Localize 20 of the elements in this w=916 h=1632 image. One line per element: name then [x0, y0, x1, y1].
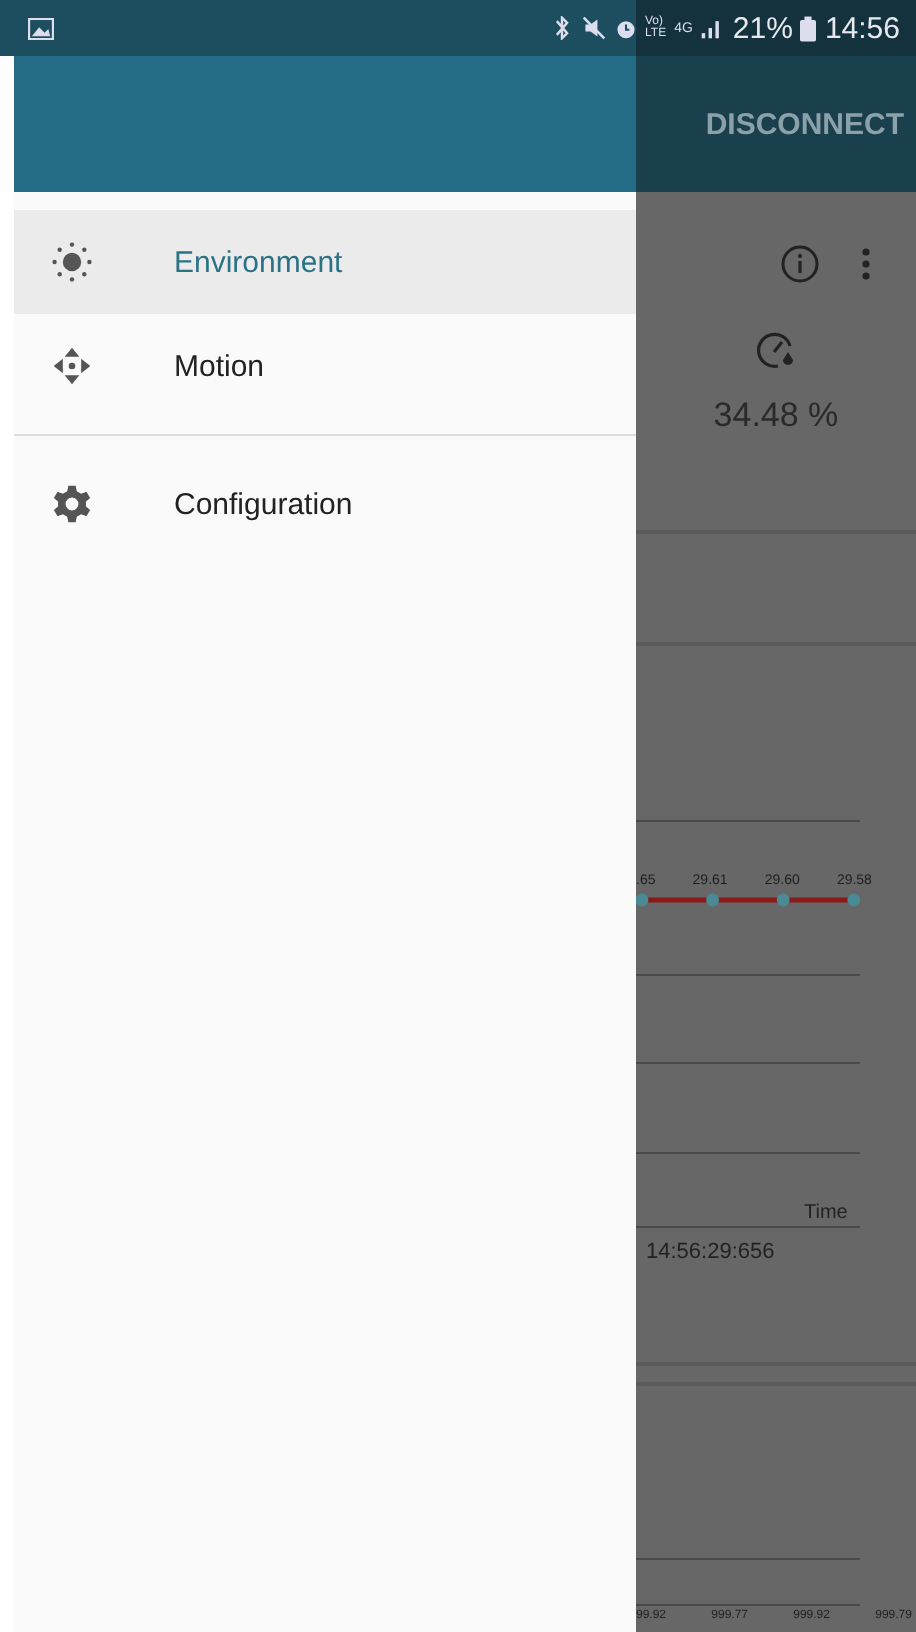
humidity-value: 34.48 %: [713, 396, 839, 436]
drawer-item[interactable]: Environment: [14, 210, 636, 314]
more-icon[interactable]: [860, 246, 872, 282]
battery-percent: 21%: [732, 11, 793, 45]
mute-icon: [581, 16, 606, 40]
sun-icon: [50, 240, 94, 284]
alarm-icon: [613, 16, 638, 40]
axis-title: Time: [804, 1202, 848, 1224]
gallery-icon: [28, 17, 54, 39]
gauge-icon: [754, 328, 798, 372]
clock: 14:56: [824, 11, 900, 45]
timestamp-label: 14:56:29:656: [646, 1240, 777, 1264]
signal-icon: [700, 16, 725, 40]
info-icon[interactable]: [780, 244, 820, 284]
settings-icon: [50, 482, 94, 526]
move-arrows-icon: [50, 344, 94, 388]
battery-icon: [800, 15, 817, 41]
disconnect-button[interactable]: DISCONNECT: [705, 107, 904, 141]
drawer-item[interactable]: Motion: [14, 314, 636, 418]
drawer-item[interactable]: Configuration: [14, 452, 636, 556]
